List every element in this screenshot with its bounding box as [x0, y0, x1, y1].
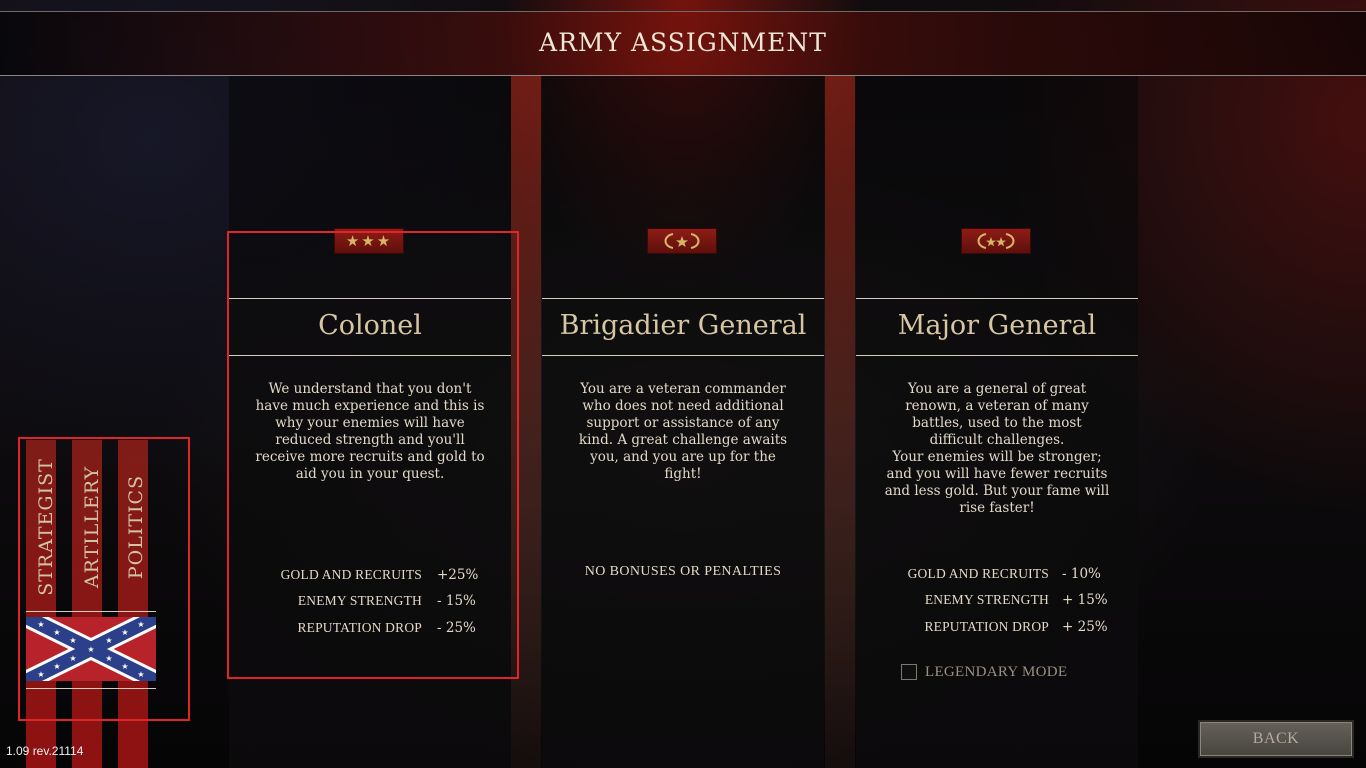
no-bonuses-label: NO BONUSES OR PENALTIES	[584, 564, 782, 579]
red-divider-strip	[825, 76, 855, 768]
legendary-mode-label: LEGENDARY MODE	[925, 663, 1068, 680]
stat-row-gold: GOLD AND RECRUITS	[787, 566, 1049, 586]
title-divider-top	[542, 298, 824, 299]
page-title: ARMY ASSIGNMENT	[539, 28, 827, 57]
wreath-one-star-icon	[647, 228, 717, 254]
description-line: kind. A great challenge awaits	[578, 432, 788, 448]
description-line: fight!	[664, 466, 702, 482]
description-line: battles, used to the most	[912, 415, 1082, 431]
description-line: You are a veteran commander	[580, 381, 786, 397]
stat-label: ENEMY STRENGTH	[924, 592, 1049, 607]
stat-value-enemy: + 15%	[1062, 592, 1122, 612]
description-line: difficult challenges.	[929, 432, 1065, 448]
title-divider-top	[856, 298, 1138, 299]
wreath-svg	[664, 233, 700, 249]
stat-value: + 25%	[1062, 619, 1108, 635]
sidebar-highlight	[18, 437, 190, 721]
rank-title-brigadier-general: Brigadier General	[559, 310, 807, 341]
back-button[interactable]: BACK	[1198, 720, 1354, 758]
title-divider-bottom	[542, 355, 824, 356]
selected-rank-highlight	[227, 231, 519, 679]
stat-value: + 15%	[1062, 592, 1108, 608]
description-line: and less gold. But your fame will	[884, 483, 1110, 499]
rank-title-major-general: Major General	[897, 310, 1097, 341]
stat-value-reputation: + 25%	[1062, 619, 1122, 639]
description-line: you, and you are up for the	[590, 449, 776, 465]
title-divider-bottom	[856, 355, 1138, 356]
wreath-svg	[977, 233, 1015, 249]
legendary-mode-checkbox[interactable]	[901, 664, 917, 680]
description-line: You are a general of great	[907, 381, 1087, 397]
description-line: rise faster!	[959, 500, 1035, 516]
wreath-two-stars-icon	[961, 228, 1031, 254]
legendary-mode-toggle[interactable]: LEGENDARY MODE	[901, 662, 1067, 682]
stat-value: - 10%	[1062, 566, 1101, 582]
description-line: and you will have fewer recruits	[886, 466, 1108, 482]
stat-row-enemy: ENEMY STRENGTH	[787, 592, 1049, 612]
stat-label: GOLD AND RECRUITS	[907, 566, 1049, 581]
description-line: renown, a veteran of many	[905, 398, 1089, 414]
description-line: support or assistance of any	[586, 415, 780, 431]
rank-description-brigadier-general: You are a veteran commander who does not…	[553, 381, 813, 483]
version-label: 1.09 rev.21114	[6, 744, 84, 758]
stat-value-gold: - 10%	[1062, 566, 1122, 586]
description-line: Your enemies will be stronger;	[892, 449, 1102, 465]
stat-row-reputation: REPUTATION DROP	[787, 619, 1049, 639]
description-line: who does not need additional	[582, 398, 784, 414]
rank-description-major-general: You are a general of great renown, a vet…	[867, 381, 1127, 517]
stat-label: REPUTATION DROP	[924, 619, 1049, 634]
